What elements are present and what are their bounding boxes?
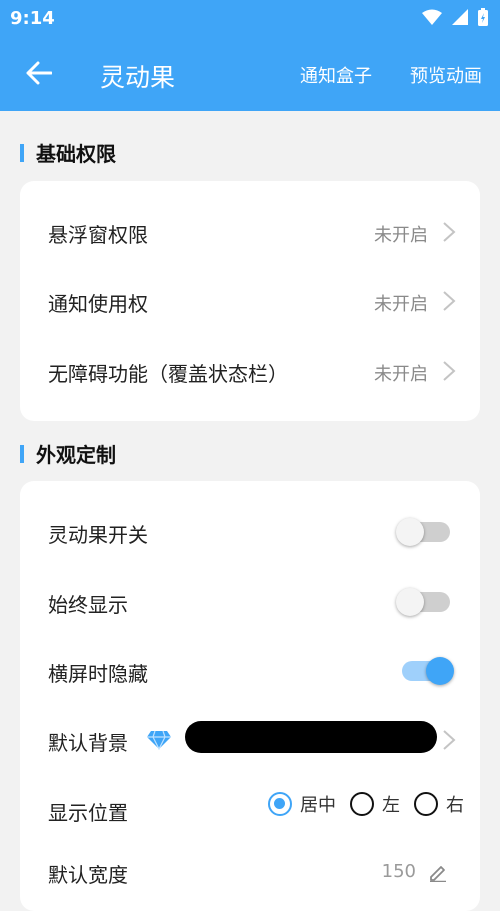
width-value: 150 bbox=[381, 861, 416, 882]
row-label: 始终显示 bbox=[48, 593, 128, 617]
radio-center[interactable] bbox=[268, 792, 292, 816]
notification-box-button[interactable]: 通知盒子 bbox=[300, 62, 372, 88]
radio-label-center: 居中 bbox=[300, 795, 336, 816]
diamond-icon bbox=[147, 730, 171, 750]
permissions-card: 悬浮窗权限 未开启 通知使用权 未开启 无障碍功能（覆盖状态栏） 未开启 bbox=[20, 181, 480, 421]
enable-toggle[interactable] bbox=[396, 518, 450, 546]
status-time: 9:14 bbox=[10, 8, 55, 29]
toggle-knob bbox=[396, 518, 424, 546]
radio-label-right: 右 bbox=[446, 795, 464, 816]
appearance-card: 灵动果开关 始终显示 横屏时隐藏 默认背景 显示位置 居中 左 右 默认宽度 1… bbox=[20, 481, 480, 911]
hide-landscape-toggle[interactable] bbox=[402, 657, 454, 685]
app-header: 9:14 灵动果 通知盒子 预览动画 bbox=[0, 0, 500, 111]
toggle-knob bbox=[396, 588, 424, 616]
section-title-text: 基础权限 bbox=[36, 142, 116, 166]
section-accent-bar bbox=[20, 143, 24, 162]
signal-icon bbox=[452, 9, 468, 25]
section-title-text: 外观定制 bbox=[36, 443, 116, 467]
row-status: 未开启 bbox=[374, 294, 428, 315]
position-radio-group: 居中 左 右 bbox=[268, 791, 464, 817]
wifi-icon bbox=[422, 9, 442, 25]
section-title-basic: 基础权限 bbox=[20, 138, 116, 167]
row-label: 显示位置 bbox=[48, 801, 128, 825]
setting-row-hide-landscape: 横屏时隐藏 bbox=[20, 636, 480, 706]
arrow-left-icon bbox=[26, 61, 52, 85]
row-label: 默认宽度 bbox=[48, 863, 128, 887]
row-label: 默认背景 bbox=[48, 731, 128, 755]
setting-row-default-background[interactable]: 默认背景 bbox=[20, 705, 480, 775]
row-label: 悬浮窗权限 bbox=[48, 223, 148, 247]
chevron-right-icon bbox=[443, 291, 456, 311]
row-label: 通知使用权 bbox=[48, 292, 148, 316]
back-button[interactable] bbox=[22, 56, 56, 90]
pencil-icon[interactable] bbox=[428, 862, 448, 882]
preview-animation-button[interactable]: 预览动画 bbox=[410, 62, 482, 88]
setting-row-always-show: 始终显示 bbox=[20, 567, 480, 637]
setting-row-width[interactable]: 默认宽度 150 bbox=[20, 837, 480, 907]
radio-left[interactable] bbox=[350, 792, 374, 816]
chevron-right-icon bbox=[443, 730, 456, 750]
row-label: 横屏时隐藏 bbox=[48, 662, 148, 686]
permission-row-accessibility[interactable]: 无障碍功能（覆盖状态栏） 未开启 bbox=[20, 336, 480, 406]
chevron-right-icon bbox=[443, 222, 456, 242]
battery-icon bbox=[478, 8, 488, 26]
background-preview bbox=[185, 721, 437, 753]
row-label: 灵动果开关 bbox=[48, 523, 148, 547]
radio-label-left: 左 bbox=[382, 795, 400, 816]
row-status: 未开启 bbox=[374, 364, 428, 385]
section-accent-bar bbox=[20, 444, 24, 463]
permission-row-overlay[interactable]: 悬浮窗权限 未开启 bbox=[20, 197, 480, 267]
row-label: 无障碍功能（覆盖状态栏） bbox=[48, 362, 288, 386]
row-status: 未开启 bbox=[374, 225, 428, 246]
toggle-knob bbox=[426, 657, 454, 685]
radio-right[interactable] bbox=[414, 792, 438, 816]
always-show-toggle[interactable] bbox=[396, 588, 450, 616]
status-icons bbox=[422, 8, 488, 26]
setting-row-enable: 灵动果开关 bbox=[20, 497, 480, 567]
setting-row-position: 显示位置 居中 左 右 bbox=[20, 775, 480, 845]
chevron-right-icon bbox=[443, 361, 456, 381]
page-title: 灵动果 bbox=[100, 63, 176, 92]
permission-row-notification[interactable]: 通知使用权 未开启 bbox=[20, 266, 480, 336]
section-title-appearance: 外观定制 bbox=[20, 439, 116, 468]
